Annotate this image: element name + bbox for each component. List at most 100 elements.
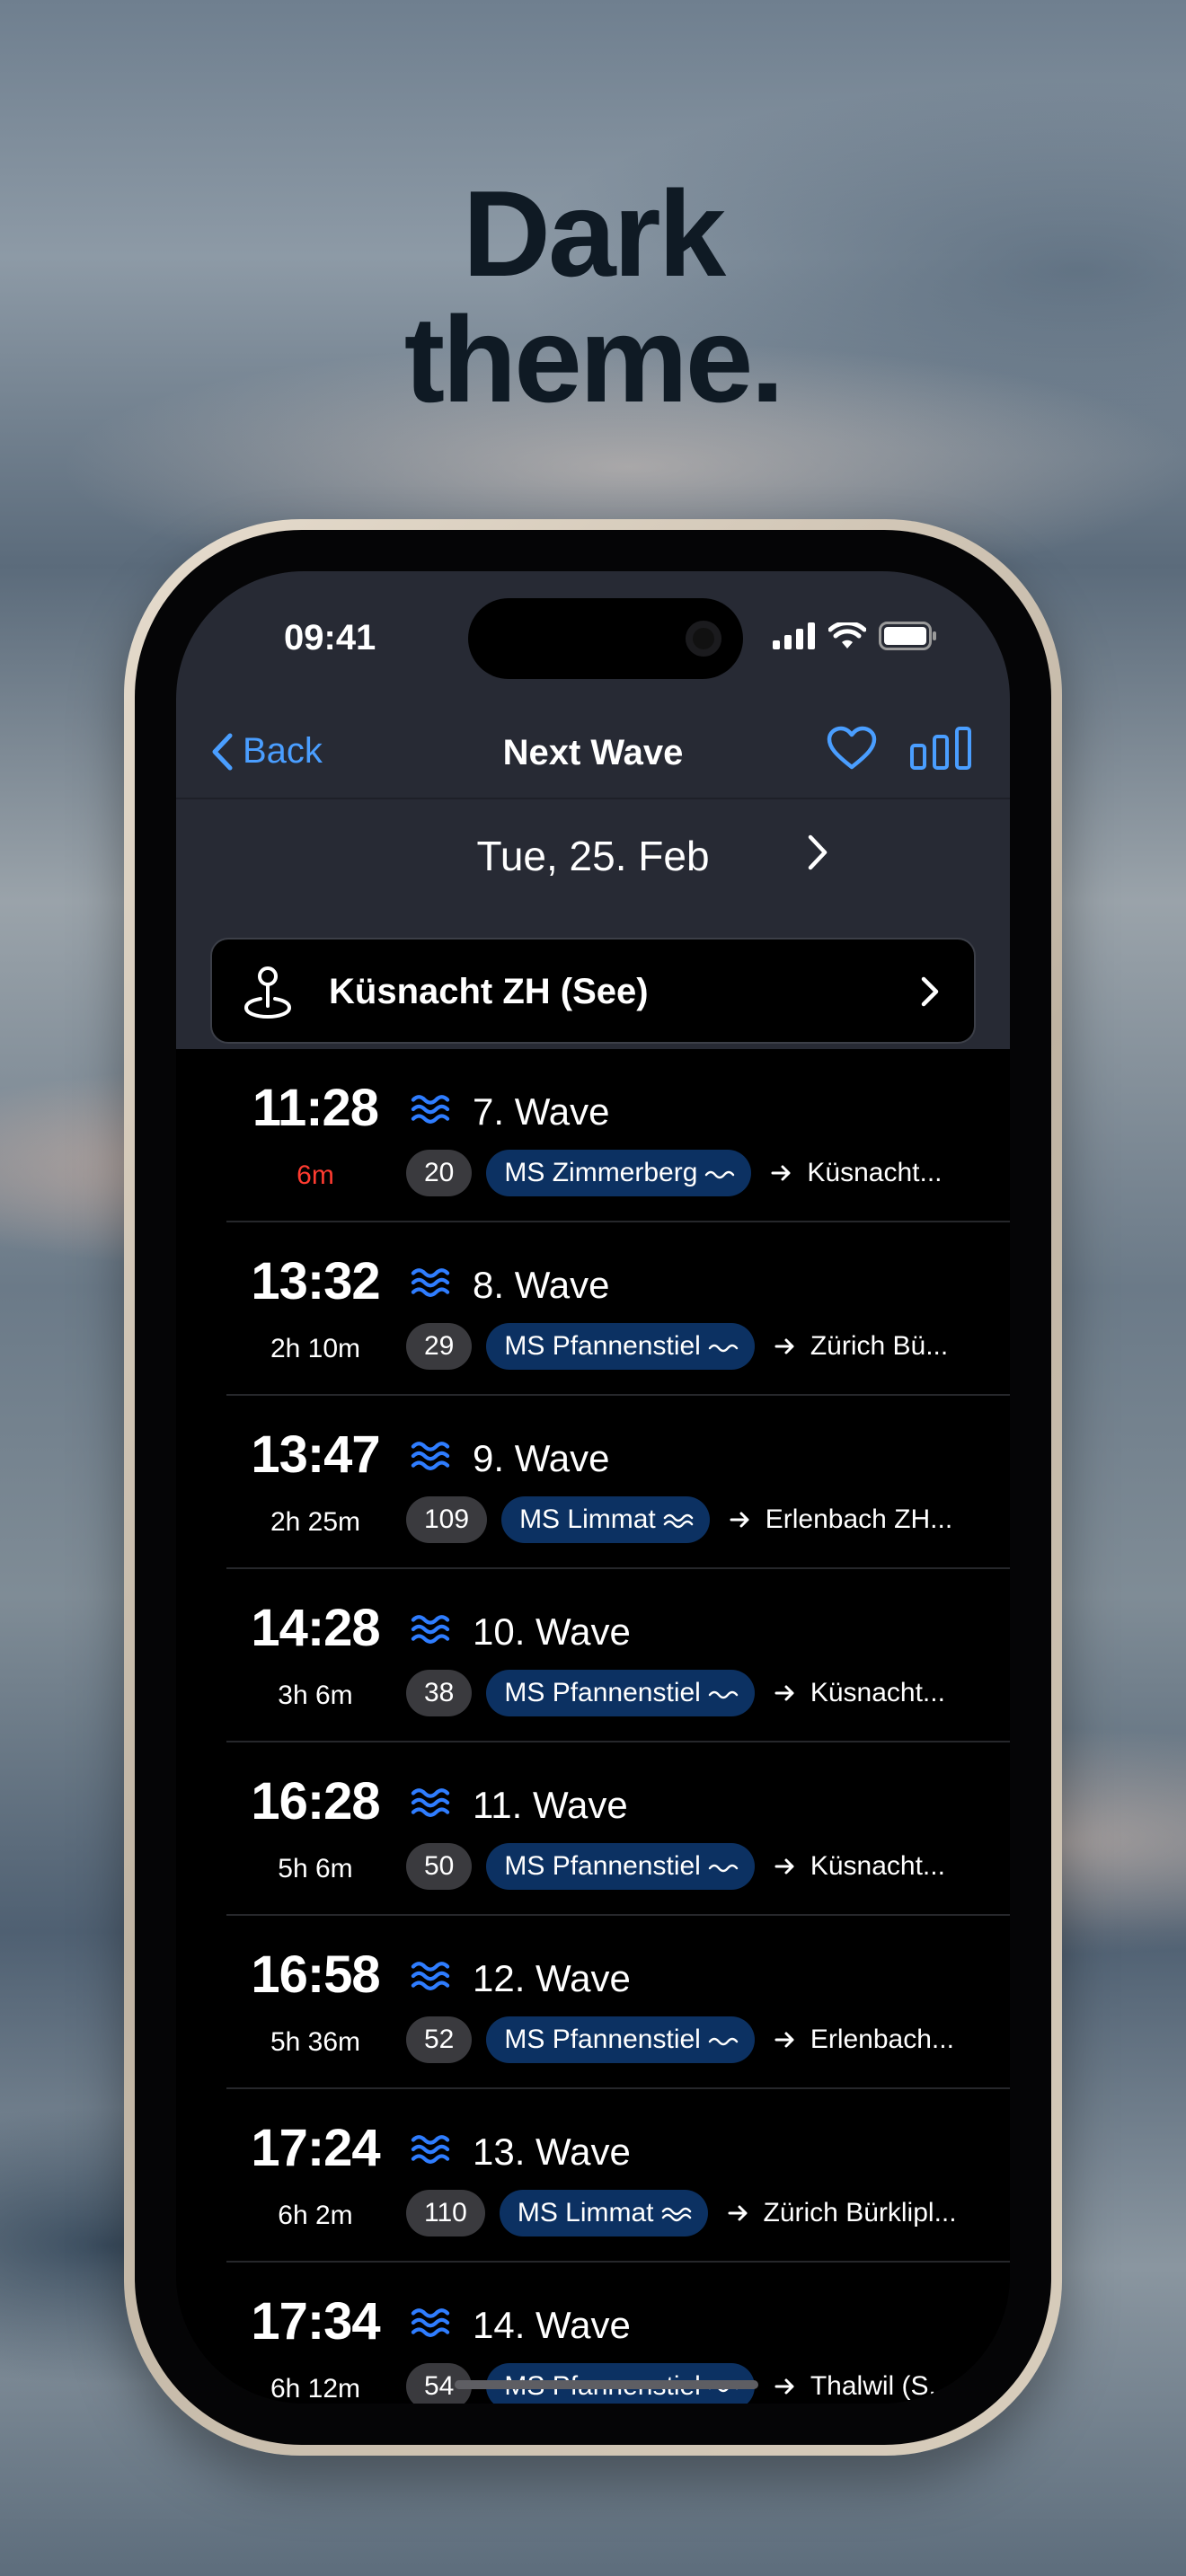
- destination: Thalwil (S...: [810, 2371, 951, 2401]
- wave-icon: [411, 2135, 450, 2164]
- departure-time: 11:28: [252, 1079, 379, 1137]
- time-until: 6m: [296, 1160, 334, 1190]
- home-indicator: [455, 2380, 758, 2389]
- status-time: 09:41: [284, 618, 376, 657]
- destination: Küsnacht...: [807, 1158, 943, 1187]
- ship-name: MS Pfannenstiel: [504, 2025, 701, 2054]
- departure-row[interactable]: 14:28 3h 6m 10. Wave 38 MS Pfannenstiel Küsna…: [176, 1569, 1010, 1742]
- wifi-icon: [828, 622, 866, 648]
- departure-row[interactable]: 17:24 6h 2m 13. Wave 110 MS Limmat Zürich Bür…: [176, 2089, 1010, 2263]
- time-until: 2h 10m: [270, 1334, 361, 1363]
- destination: Erlenbach...: [810, 2025, 954, 2054]
- departure-time: 13:47: [251, 1425, 380, 1484]
- wave-icon: [411, 1095, 450, 1124]
- departure-row[interactable]: 16:58 5h 36m 12. Wave 52 MS Pfannenstiel Erle…: [176, 1916, 1010, 2089]
- wave-icon: [411, 1268, 450, 1297]
- departure-meta: 20 MS Zimmerberg Küsnacht...: [406, 1150, 943, 1196]
- departure-row[interactable]: 13:47 2h 25m 9. Wave 109 MS Limmat Erlenbach …: [176, 1396, 1010, 1569]
- ship-wave-icon: [663, 1513, 693, 1529]
- course-number-badge: 20: [406, 1150, 473, 1196]
- location-selector[interactable]: Küsnacht ZH (See): [210, 938, 976, 1044]
- wave-name: 9. Wave: [473, 1437, 610, 1479]
- battery-icon: [879, 622, 936, 650]
- departure-meta: 109 MS Limmat Erlenbach ZH...: [406, 1496, 952, 1543]
- ship-wave-icon: [661, 2207, 691, 2222]
- course-number-badge: 109: [406, 1496, 488, 1543]
- headline-line-1: Dark: [462, 165, 726, 302]
- course-number-badge: 29: [406, 1323, 473, 1370]
- time-until: 3h 6m: [278, 1681, 353, 1710]
- wave-name: 10. Wave: [473, 1610, 631, 1653]
- ship-name: MS Pfannenstiel: [504, 1331, 701, 1361]
- phone-bezel: 09:41 Back Next Wave Tue, 25. Feb Küsnac…: [135, 530, 1051, 2445]
- departure-time: 16:28: [251, 1772, 380, 1831]
- wave-icon: [411, 1788, 450, 1817]
- departure-row[interactable]: 13:32 2h 10m 8. Wave 29 MS Pfannenstiel Züric…: [176, 1222, 1010, 1396]
- wave-name: 13. Wave: [473, 2130, 631, 2173]
- headline: Dark theme.: [0, 171, 1186, 422]
- location-pin-icon: [243, 966, 292, 1019]
- ship-wave-icon: [708, 1344, 739, 1353]
- ship-name: MS Pfannenstiel: [504, 1851, 701, 1881]
- date-selector: Tue, 25. Feb: [176, 823, 1010, 886]
- arrow-right-icon: [774, 2378, 794, 2395]
- departure-time: 17:34: [251, 2292, 380, 2351]
- arrow-right-icon: [771, 1165, 791, 1181]
- course-number-badge: 38: [406, 1670, 473, 1716]
- app-screen: 09:41 Back Next Wave Tue, 25. Feb Küsnac…: [176, 571, 1010, 2404]
- destination: Küsnacht...: [810, 1678, 945, 1707]
- cellular-signal-icon: [773, 622, 815, 649]
- chevron-right-icon: [921, 976, 939, 1007]
- ship-pill: MS Pfannenstiel: [486, 1843, 755, 1890]
- ship-pill: MS Zimmerberg: [486, 1150, 752, 1196]
- ship-name: MS Pfannenstiel: [504, 1678, 701, 1707]
- time-until: 6h 2m: [278, 2201, 353, 2230]
- date-label: Tue, 25. Feb: [476, 833, 710, 879]
- wave-name: 11. Wave: [473, 1784, 628, 1826]
- departure-meta: 29 MS Pfannenstiel Zürich Bü...: [406, 1323, 948, 1370]
- departure-meta: 38 MS Pfannenstiel Küsnacht...: [406, 1670, 945, 1716]
- departure-meta: 110 MS Limmat Zürich Bürklipl...: [406, 2190, 957, 2236]
- wave-icon: [411, 1615, 450, 1644]
- time-until: 2h 25m: [270, 1507, 361, 1537]
- ship-pill: MS Limmat: [501, 1496, 710, 1543]
- time-until: 6h 12m: [270, 2374, 361, 2404]
- ship-wave-icon: [708, 2037, 739, 2046]
- chevron-right-icon[interactable]: [807, 834, 828, 871]
- departure-time: 17:24: [251, 2119, 380, 2177]
- ship-name: MS Limmat: [519, 1504, 656, 1534]
- phone-frame: 09:41 Back Next Wave Tue, 25. Feb Küsnac…: [124, 519, 1062, 2456]
- time-until: 5h 6m: [278, 1854, 353, 1883]
- ship-wave-icon: [708, 1690, 739, 1699]
- favorite-heart-icon[interactable]: [827, 726, 877, 771]
- wave-icon: [411, 1962, 450, 1990]
- departure-time: 13:32: [251, 1252, 380, 1310]
- bar-chart-icon[interactable]: [909, 726, 972, 771]
- navigation-bar: Back Next Wave: [176, 706, 1010, 796]
- destination: Zürich Bürklipl...: [763, 2198, 957, 2228]
- ship-pill: MS Pfannenstiel: [486, 1323, 755, 1370]
- arrow-right-icon: [774, 2032, 794, 2048]
- departure-list: 11:28 6m 7. Wave 20 MS Zimmerberg Küsnacht...…: [176, 1049, 1010, 2404]
- departure-meta: 50 MS Pfannenstiel Küsnacht...: [406, 1843, 945, 1890]
- departure-time: 14:28: [251, 1599, 380, 1657]
- nav-actions: [827, 726, 972, 771]
- departure-row[interactable]: 16:28 5h 6m 11. Wave 50 MS Pfannenstiel Küsna…: [176, 1742, 1010, 1916]
- course-number-badge: 52: [406, 2016, 473, 2063]
- ship-name: MS Limmat: [517, 2198, 654, 2228]
- arrow-right-icon: [774, 1338, 794, 1354]
- arrow-right-icon: [728, 2205, 748, 2221]
- course-number-badge: 50: [406, 1843, 473, 1890]
- ship-pill: MS Pfannenstiel: [486, 1670, 755, 1716]
- headline-line-2: theme.: [403, 291, 784, 428]
- ship-pill: MS Pfannenstiel: [486, 2016, 755, 2063]
- wave-icon: [411, 2308, 450, 2337]
- destination: Zürich Bü...: [810, 1331, 949, 1361]
- status-icons: [773, 622, 938, 650]
- departure-row[interactable]: 11:28 6m 7. Wave 20 MS Zimmerberg Küsnacht...: [176, 1049, 1010, 1222]
- destination: Erlenbach ZH...: [765, 1504, 953, 1534]
- arrow-right-icon: [774, 1685, 794, 1701]
- nav-divider: [176, 798, 1010, 799]
- arrow-right-icon: [774, 1858, 794, 1875]
- arrow-right-icon: [730, 1512, 749, 1528]
